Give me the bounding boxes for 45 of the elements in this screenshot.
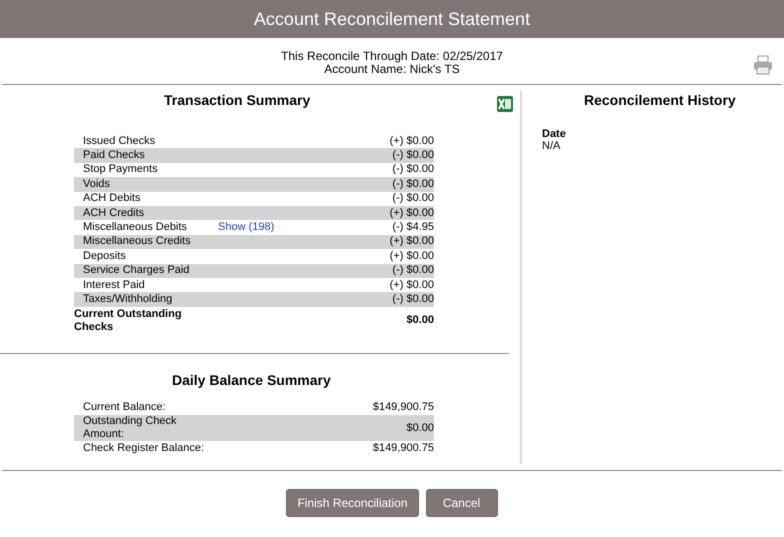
- account-name: Account Name: Nick's TS: [324, 63, 460, 76]
- section-heading: Reconcilement History: [584, 92, 736, 108]
- row-amount: (+) $0.00: [390, 278, 434, 292]
- row-label: Current Balance:: [82, 401, 167, 414]
- table-cell: N/A: [542, 140, 560, 152]
- show-link[interactable]: Show (198): [218, 221, 392, 234]
- column-header: Date: [542, 128, 566, 140]
- row-label: Miscellaneous Debits: [82, 221, 188, 234]
- row-label: Issued Checks: [82, 134, 156, 148]
- row-label: Service Charges Paid: [82, 264, 190, 278]
- section-heading: Daily Balance Summary: [172, 372, 331, 388]
- finish-button[interactable]: Finish Reconciliation: [286, 489, 419, 517]
- printer-icon[interactable]: [753, 55, 773, 75]
- cancel-button[interactable]: Cancel: [426, 489, 498, 517]
- row-label: Interest Paid: [82, 278, 146, 292]
- row-amount: (+) $0.00: [390, 235, 434, 248]
- window-title: Account Reconcilement Statement: [254, 8, 530, 30]
- row-amount: (-) $0.00: [392, 163, 434, 176]
- row-label: Stop Payments: [82, 163, 159, 176]
- row-amount: (-) $4.95: [392, 221, 434, 234]
- row-amount: (-) $0.00: [392, 264, 434, 278]
- section-heading: Transaction Summary: [164, 92, 310, 108]
- row-label: Voids: [82, 178, 111, 191]
- row-amount: (-) $0.00: [392, 178, 434, 191]
- row-label: Check Register Balance:: [82, 442, 206, 455]
- row-label: Paid Checks: [82, 149, 146, 162]
- row-amount: (-) $0.00: [392, 192, 434, 206]
- row-amount: (+) $0.00: [390, 250, 434, 263]
- row-label: ACH Credits: [82, 206, 146, 220]
- row-label: Miscellaneous Credits: [82, 235, 192, 248]
- row-amount: (-) $0.00: [392, 292, 434, 306]
- row-amount: (+) $0.00: [390, 134, 434, 148]
- row-amount: $149,900.75: [372, 401, 434, 414]
- row-amount: (-) $0.00: [392, 149, 434, 162]
- row-label: Current Outstanding Checks: [74, 308, 183, 334]
- row-amount: $149,900.75: [372, 442, 434, 455]
- row-label: Deposits: [82, 250, 127, 263]
- row-amount: (+) $0.00: [390, 206, 434, 220]
- row-label: Taxes/Withholding: [82, 292, 174, 306]
- row-amount: $0.00: [406, 422, 434, 435]
- row-label: ACH Debits: [82, 192, 142, 206]
- spreadsheet-icon[interactable]: [496, 95, 514, 113]
- row-label: Outstanding Check Amount:: [82, 415, 178, 442]
- reconcile-date: This Reconcile Through Date: 02/25/2017: [281, 50, 503, 63]
- row-amount: $0.00: [406, 314, 434, 328]
